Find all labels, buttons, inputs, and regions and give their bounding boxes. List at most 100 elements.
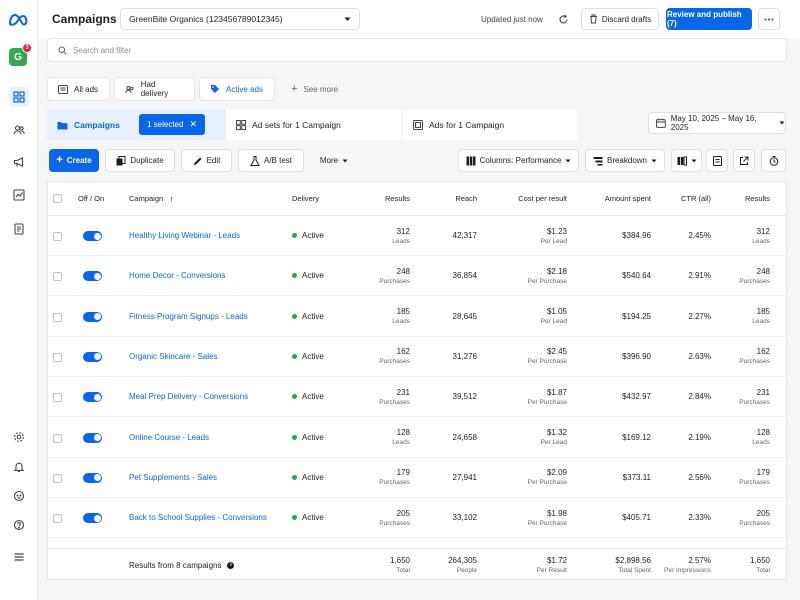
campaign-toggle[interactable]: [83, 311, 102, 322]
edit-button[interactable]: Edit: [181, 149, 232, 172]
row-checkbox[interactable]: [53, 352, 62, 362]
report-document-icon[interactable]: [9, 219, 29, 239]
table-row[interactable]: Back to School Supplies - Conversions Act…: [48, 498, 786, 539]
results-2-type: Leads: [752, 318, 770, 326]
col-amount-spent[interactable]: Amount spent: [605, 182, 651, 215]
account-selector[interactable]: GreenBite Organics (123456789012345): [120, 8, 360, 30]
date-range-picker[interactable]: May 10, 2025 – May 16, 2025: [648, 112, 786, 134]
table-row[interactable]: Organic Skincare - Sales Active 162 Purchas…: [48, 337, 786, 377]
clear-selection-icon[interactable]: ✕: [189, 119, 197, 130]
campaign-name-link[interactable]: Healthy Living Webinar - Leads: [129, 231, 240, 240]
ctr-value: 2.45%: [688, 231, 711, 240]
history-button[interactable]: [761, 149, 786, 172]
selected-chip[interactable]: 1 selected ✕: [139, 114, 206, 135]
filter-all-ads[interactable]: All ads: [47, 77, 110, 101]
megaphone-icon[interactable]: [9, 152, 29, 172]
analytics-chart-icon[interactable]: [9, 185, 29, 205]
campaign-name-link[interactable]: Back to School Supplies - Conversions: [129, 513, 267, 522]
campaign-cell: Pet Supplements - Sales: [129, 458, 217, 497]
row-checkbox[interactable]: [53, 433, 62, 443]
settings-gear-icon[interactable]: [9, 427, 29, 447]
campaign-toggle[interactable]: [83, 392, 102, 403]
col-results-2[interactable]: Results: [745, 182, 770, 215]
campaign-cell: Meal Prep Delivery - Conversions: [129, 377, 248, 416]
col-ctr[interactable]: CTR (all): [681, 182, 711, 215]
spent-value: $405.71: [622, 513, 651, 523]
cost-unit: Per Lead: [540, 439, 567, 446]
create-button[interactable]: + Create: [49, 149, 99, 172]
total-results2-value: 1,650: [749, 556, 770, 565]
help-question-icon[interactable]: [9, 515, 29, 535]
breakdown-dropdown[interactable]: Breakdown: [585, 149, 665, 172]
notifications-bell-icon[interactable]: [9, 457, 29, 477]
more-dropdown[interactable]: More: [310, 149, 358, 172]
campaign-name-link[interactable]: Home Decor - Conversions: [129, 271, 225, 280]
tab-adsets[interactable]: Ad sets for 1 Campaign: [226, 110, 401, 140]
cost-value: $2.09: [546, 468, 567, 478]
audience-people-icon[interactable]: [9, 120, 29, 140]
duplicate-label: Duplicate: [130, 156, 164, 165]
select-all-checkbox[interactable]: [53, 194, 62, 203]
columns-dropdown[interactable]: Columns: Performance: [458, 149, 579, 172]
campaign-toggle[interactable]: [83, 351, 102, 362]
search-placeholder[interactable]: Search and filter: [73, 46, 131, 55]
table-row[interactable]: Fitness Program Signups - Leads Active 185…: [48, 297, 786, 337]
col-campaign[interactable]: Campaign ↑: [129, 182, 174, 215]
duplicate-button[interactable]: Duplicate: [105, 149, 175, 172]
row-checkbox[interactable]: [53, 232, 62, 241]
cost-cell: $1.98 Per Purchase: [528, 498, 567, 537]
campaign-name-link[interactable]: Fitness Program Signups - Leads: [129, 312, 248, 321]
see-more-filters[interactable]: + See more: [281, 77, 349, 101]
row-checkbox[interactable]: [53, 514, 62, 524]
campaign-toggle[interactable]: [83, 472, 102, 483]
filter-had-delivery[interactable]: Had delivery: [114, 77, 195, 101]
refresh-button[interactable]: [551, 8, 575, 30]
discard-drafts-button[interactable]: Discard drafts: [581, 8, 659, 30]
row-checkbox[interactable]: [53, 393, 62, 403]
table-row[interactable]: Pet Supplements - Sales Active 179 Purchase…: [48, 458, 786, 498]
row-checkbox[interactable]: [53, 272, 62, 282]
cost-value: $1.23: [546, 226, 567, 236]
campaign-name-link[interactable]: Online Course - Leads: [129, 433, 209, 442]
ab-test-button[interactable]: A/B test: [238, 149, 304, 172]
cost-cell: $1.05 Per Lead: [541, 297, 567, 336]
table-row[interactable]: Online Course - Leads Active 128 Leads 24,65…: [48, 418, 786, 458]
delivery-status: Active: [302, 231, 324, 240]
col-reach[interactable]: Reach: [455, 182, 477, 215]
share-button[interactable]: [733, 149, 755, 172]
export-report-button[interactable]: [706, 149, 728, 172]
reach-value: 36,854: [452, 271, 477, 281]
table-row[interactable]: Meal Prep Delivery - Conversions Active 23…: [48, 377, 786, 418]
col-cost-per-result[interactable]: Cost per result: [518, 182, 567, 215]
review-publish-button[interactable]: Review and publish (7): [666, 8, 752, 30]
col-results[interactable]: Results: [385, 182, 410, 215]
total-reach-sub: People: [456, 567, 477, 574]
cost-cell: $2.45 Per Purchase: [528, 337, 567, 376]
campaign-toggle[interactable]: [83, 432, 102, 443]
account-avatar[interactable]: G 3: [9, 43, 32, 66]
support-icon[interactable]: [9, 486, 29, 506]
row-checkbox[interactable]: [53, 473, 62, 483]
table-row[interactable]: Healthy Living Webinar - Leads Active 312 L…: [48, 216, 786, 256]
filter-active-ads[interactable]: Active ads: [199, 77, 275, 101]
campaigns-grid-icon[interactable]: [9, 87, 29, 107]
campaign-name-link[interactable]: Pet Supplements - Sales: [129, 473, 217, 482]
row-checkbox[interactable]: [53, 312, 62, 322]
campaign-name-link[interactable]: Organic Skincare - Sales: [129, 352, 217, 361]
search-bar[interactable]: Search and filter: [47, 38, 787, 62]
tab-ads[interactable]: Ads for 1 Campaign: [403, 110, 578, 140]
campaign-toggle[interactable]: [83, 271, 102, 282]
campaigns-table: Off / On Campaign ↑ Delivery Results Rea…: [47, 181, 787, 580]
view-options-button[interactable]: [671, 149, 702, 172]
col-delivery[interactable]: Delivery: [292, 182, 319, 215]
campaign-toggle[interactable]: [83, 513, 102, 524]
info-icon[interactable]: i: [227, 561, 235, 569]
menu-hamburger-icon[interactable]: [9, 547, 29, 567]
table-row[interactable]: Home Decor - Conversions Active 248 Purchas…: [48, 256, 786, 297]
campaign-toggle[interactable]: [83, 231, 102, 241]
ctr-cell: 2.91%: [688, 256, 711, 295]
more-options-button[interactable]: [758, 8, 780, 30]
campaign-name-link[interactable]: Meal Prep Delivery - Conversions: [129, 392, 248, 401]
meta-logo-icon[interactable]: [8, 10, 28, 30]
results-cell: 205 Purchases: [379, 498, 410, 537]
